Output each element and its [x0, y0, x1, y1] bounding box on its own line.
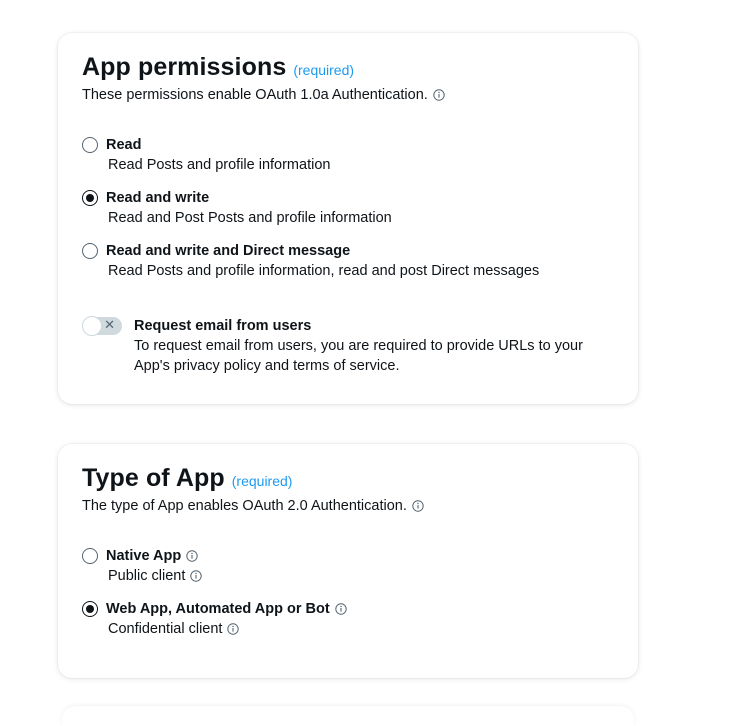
- info-icon[interactable]: [334, 603, 347, 615]
- option-label-row: Web App, Automated App or Bot: [106, 599, 347, 619]
- option-label: Read: [106, 137, 142, 153]
- type-of-app-title: Type of App: [82, 464, 225, 492]
- app-permissions-subtitle-text: These permissions enable OAuth 1.0a Auth…: [82, 87, 428, 103]
- info-icon[interactable]: [433, 89, 445, 101]
- option-label: Read and write: [106, 190, 210, 206]
- type-of-app-subtitle: The type of App enables OAuth 2.0 Authen…: [82, 498, 424, 514]
- permission-option-read-write-dm[interactable]: Read and write and Direct message Read P…: [82, 241, 539, 281]
- request-email-toggle[interactable]: ✕: [82, 316, 122, 336]
- info-icon[interactable]: [227, 623, 240, 635]
- option-label: Read and write and Direct message: [106, 243, 351, 259]
- app-permissions-card: App permissions (required) These permiss…: [58, 33, 638, 404]
- option-label: Native App: [106, 548, 182, 564]
- app-type-option-native[interactable]: Native App Public client: [82, 546, 203, 586]
- option-label-row: Native App: [106, 546, 202, 566]
- request-email-label: Request email from users: [134, 318, 312, 334]
- x-icon: ✕: [104, 318, 115, 333]
- radio-button-selected[interactable]: [82, 190, 98, 206]
- option-description: Public client: [108, 568, 186, 584]
- radio-button[interactable]: [82, 243, 98, 259]
- option-description: Read Posts and profile information: [108, 157, 331, 173]
- app-permissions-header: App permissions (required): [82, 53, 354, 82]
- option-label: Web App, Automated App or Bot: [106, 601, 330, 617]
- type-of-app-card: Type of App (required) The type of App e…: [58, 444, 638, 678]
- type-of-app-header: Type of App (required): [82, 464, 292, 493]
- option-description: Confidential client: [108, 621, 223, 637]
- request-email-row: ✕ Request email from users To request em…: [82, 316, 614, 376]
- radio-button[interactable]: [82, 137, 98, 153]
- info-icon[interactable]: [412, 500, 424, 512]
- required-label: (required): [293, 62, 355, 78]
- info-icon[interactable]: [186, 550, 198, 562]
- app-type-option-web[interactable]: Web App, Automated App or Bot Confidenti…: [82, 599, 347, 639]
- required-label: (required): [231, 473, 293, 489]
- app-permissions-subtitle: These permissions enable OAuth 1.0a Auth…: [82, 87, 445, 103]
- type-of-app-subtitle-text: The type of App enables OAuth 2.0 Authen…: [82, 498, 407, 514]
- option-description: Read Posts and profile information, read…: [108, 263, 540, 279]
- option-description-row: Public client: [108, 566, 203, 586]
- radio-button[interactable]: [82, 548, 98, 564]
- info-icon[interactable]: [190, 570, 203, 582]
- permission-option-read[interactable]: Read Read Posts and profile information: [82, 135, 330, 175]
- radio-button-selected[interactable]: [82, 601, 98, 617]
- next-card-edge: [62, 706, 634, 726]
- option-description: Read and Post Posts and profile informat…: [108, 210, 392, 226]
- option-description-row: Confidential client: [108, 619, 347, 639]
- toggle-knob: [82, 316, 102, 336]
- request-email-description: To request email from users, you are req…: [134, 338, 583, 374]
- permission-option-read-write[interactable]: Read and write Read and Post Posts and p…: [82, 188, 392, 228]
- app-permissions-title: App permissions: [82, 53, 287, 81]
